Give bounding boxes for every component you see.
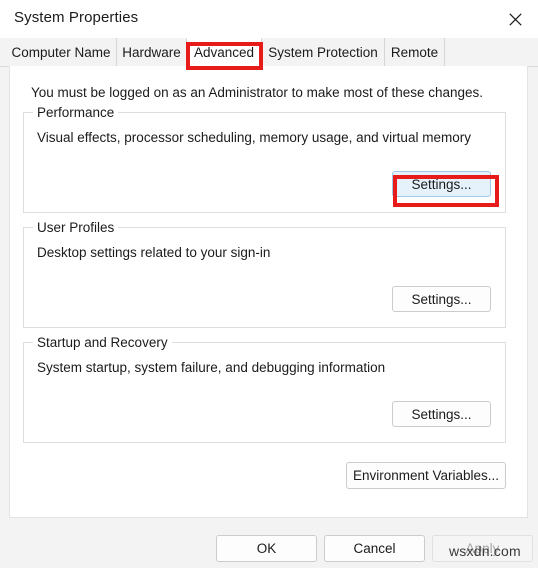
user-profiles-group: User Profiles Desktop settings related t…: [23, 220, 506, 328]
tab-remote[interactable]: Remote: [385, 38, 445, 66]
performance-settings-button[interactable]: Settings...: [392, 171, 491, 197]
ok-button[interactable]: OK: [216, 535, 317, 562]
tab-label: Hardware: [122, 44, 181, 60]
tab-system-protection[interactable]: System Protection: [262, 38, 385, 66]
close-icon[interactable]: [492, 0, 538, 38]
tab-computer-name[interactable]: Computer Name: [6, 38, 117, 66]
performance-description: Visual effects, processor scheduling, me…: [37, 130, 471, 145]
title-bar: System Properties: [0, 0, 538, 38]
startup-recovery-settings-button[interactable]: Settings...: [392, 401, 491, 427]
tab-label: System Protection: [268, 44, 378, 60]
watermark: wsxdn.com: [449, 543, 521, 559]
performance-group-legend: Performance: [33, 105, 119, 120]
cancel-button[interactable]: Cancel: [324, 535, 425, 562]
startup-recovery-group-legend: Startup and Recovery: [33, 335, 172, 350]
user-profiles-settings-button[interactable]: Settings...: [392, 286, 491, 312]
tab-hardware[interactable]: Hardware: [117, 38, 187, 66]
startup-recovery-description: System startup, system failure, and debu…: [37, 360, 386, 375]
performance-group: Performance Visual effects, processor sc…: [23, 105, 506, 213]
user-profiles-description: Desktop settings related to your sign-in: [37, 245, 271, 260]
tab-strip: Computer Name Hardware Advanced System P…: [0, 38, 538, 67]
startup-recovery-group: Startup and Recovery System startup, sys…: [23, 335, 506, 443]
administrator-note: You must be logged on as an Administrato…: [31, 85, 484, 100]
tab-label: Computer Name: [11, 44, 111, 60]
system-properties-dialog: System Properties Computer Name Hardware…: [0, 0, 538, 568]
window-title: System Properties: [14, 9, 139, 26]
advanced-tab-panel: You must be logged on as an Administrato…: [9, 66, 528, 518]
user-profiles-group-legend: User Profiles: [33, 220, 119, 235]
tab-label: Advanced: [193, 44, 255, 60]
environment-variables-button[interactable]: Environment Variables...: [346, 462, 506, 489]
tab-label: Remote: [390, 44, 439, 60]
tab-advanced[interactable]: Advanced: [187, 38, 262, 66]
